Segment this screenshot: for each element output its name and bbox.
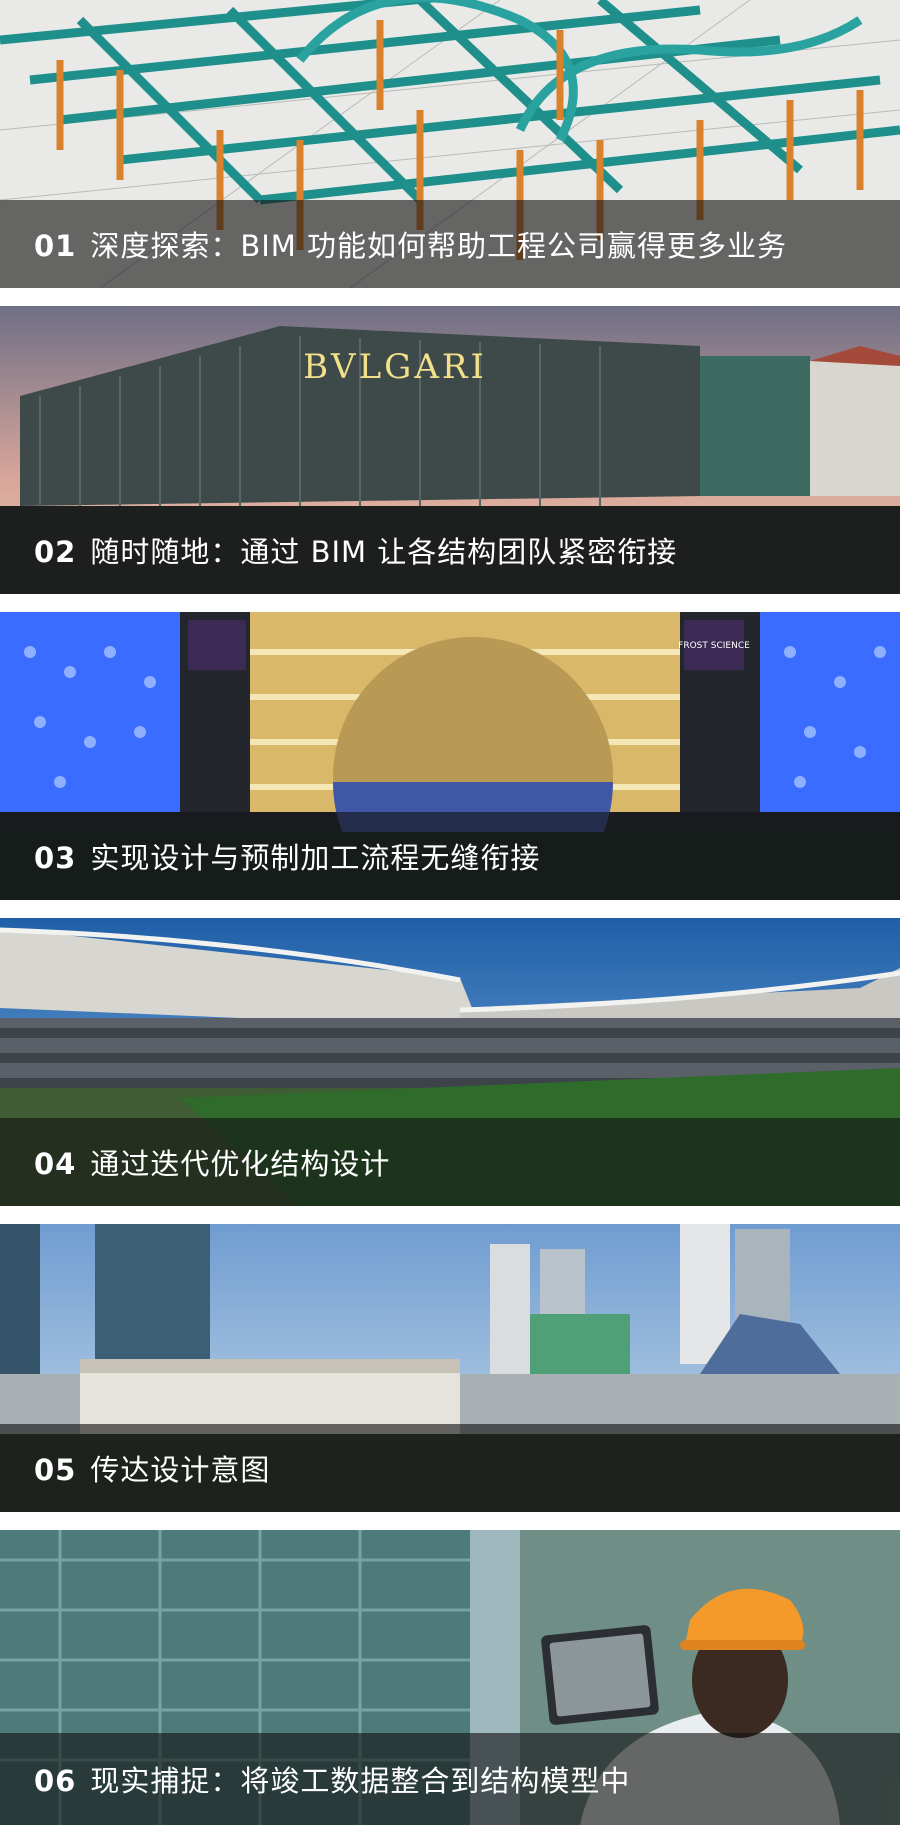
caption-bar: 05 传达设计意图 [0,1424,900,1512]
article-card-05[interactable]: 05 传达设计意图 [0,1224,900,1512]
card-number: 03 [34,841,77,875]
card-title: 深度探索：BIM 功能如何帮助工程公司赢得更多业务 [90,229,788,263]
card-number: 02 [34,535,77,569]
card-title: 传达设计意图 [90,1453,271,1487]
card-title: 通过迭代优化结构设计 [90,1147,391,1181]
article-card-04[interactable]: 04 通过迭代优化结构设计 [0,918,900,1206]
caption-bar: 02 随时随地：通过 BIM 让各结构团队紧密衔接 [0,506,900,594]
caption-bar: 01 深度探索：BIM 功能如何帮助工程公司赢得更多业务 [0,200,900,288]
article-card-03[interactable]: FROST SCIENCE 03 实现设计与预制加工流程无缝衔接 [0,612,900,900]
bvlgari-sign: BVLGARI [303,347,487,387]
caption-bar: 06 现实捕捉：将竣工数据整合到结构模型中 [0,1733,900,1825]
card-number: 06 [34,1764,77,1798]
card-title: 现实捕捉：将竣工数据整合到结构模型中 [90,1764,631,1798]
card-title: 实现设计与预制加工流程无缝衔接 [90,841,541,875]
caption-bar: 04 通过迭代优化结构设计 [0,1118,900,1206]
card-title: 随时随地：通过 BIM 让各结构团队紧密衔接 [90,535,678,569]
card-number: 01 [34,229,77,263]
card-caption[interactable]: 06 现实捕捉：将竣工数据整合到结构模型中 [0,1758,630,1800]
card-caption[interactable]: 05 传达设计意图 [0,1447,270,1489]
article-card-06[interactable]: 06 现实捕捉：将竣工数据整合到结构模型中 [0,1530,900,1825]
card-caption[interactable]: 02 随时随地：通过 BIM 让各结构团队紧密衔接 [0,529,677,571]
card-caption[interactable]: 01 深度探索：BIM 功能如何帮助工程公司赢得更多业务 [0,223,787,265]
card-caption[interactable]: 04 通过迭代优化结构设计 [0,1141,390,1183]
card-caption[interactable]: 03 实现设计与预制加工流程无缝衔接 [0,835,540,877]
card-number: 05 [34,1453,77,1487]
card-number: 04 [34,1147,77,1181]
frost-science-sign: FROST SCIENCE [678,641,750,651]
article-card-01[interactable]: 01 深度探索：BIM 功能如何帮助工程公司赢得更多业务 [0,0,900,288]
caption-bar: 03 实现设计与预制加工流程无缝衔接 [0,812,900,900]
article-card-02[interactable]: BVLGARI 02 随时随地：通过 BIM 让各结构团队紧密衔接 [0,306,900,594]
